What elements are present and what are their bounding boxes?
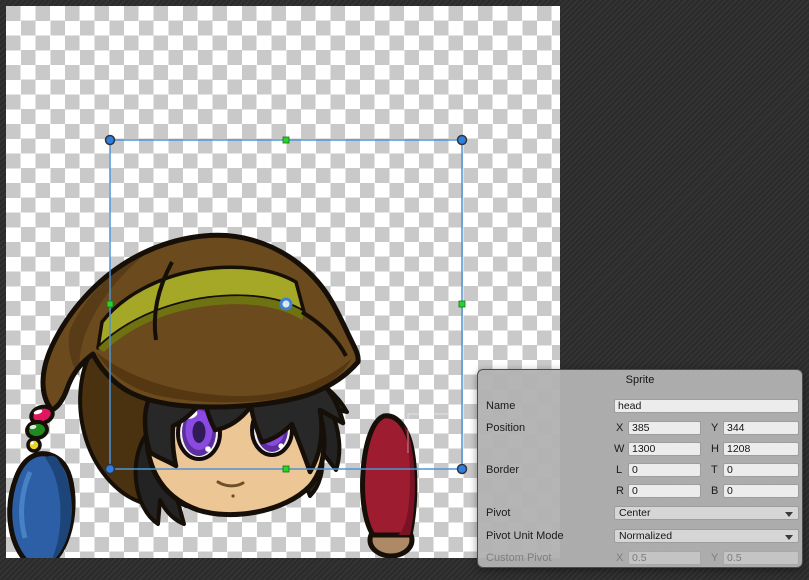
- selection-handle-top-left[interactable]: [106, 136, 115, 145]
- name-label: Name: [486, 399, 515, 413]
- pivot-dropdown[interactable]: Center: [614, 506, 799, 520]
- adjacent-sprite-rect-outline: [408, 414, 463, 453]
- custom-pivot-label: Custom Pivot: [486, 551, 551, 565]
- selection-handle-top-right[interactable]: [458, 136, 467, 145]
- sprite-inspector-panel: Sprite Name Position X Y W H Border L T …: [477, 369, 803, 568]
- border-label: Border: [486, 463, 519, 477]
- pivot-handle[interactable]: [281, 299, 291, 309]
- border-r-input[interactable]: [628, 484, 701, 498]
- position-w-input[interactable]: [628, 442, 701, 456]
- position-x-input[interactable]: [628, 421, 701, 435]
- name-input[interactable]: [614, 399, 799, 413]
- character-feather-art: [10, 454, 73, 558]
- position-w-label: W: [614, 442, 627, 456]
- arm-sprite-art: [363, 416, 415, 556]
- dropdown-arrow-icon: [785, 512, 793, 517]
- border-b-input[interactable]: [723, 484, 799, 498]
- custom-pivot-y-input: [723, 551, 799, 565]
- selection-handle-bottom-right[interactable]: [458, 465, 467, 474]
- character-beads-art: [26, 404, 55, 451]
- border-t-input[interactable]: [723, 463, 799, 477]
- selection-handle-right-mid[interactable]: [459, 301, 465, 307]
- pivot-label: Pivot: [486, 506, 510, 520]
- position-y-input[interactable]: [723, 421, 799, 435]
- sprite-editor-window: { "sprite_panel": { "title": "Sprite", "…: [0, 0, 809, 580]
- pivot-unit-mode-label: Pivot Unit Mode: [486, 529, 564, 543]
- pivot-unit-mode-dropdown-value: Normalized: [619, 530, 672, 542]
- position-label: Position: [486, 421, 525, 435]
- selection-handle-bottom-mid[interactable]: [283, 466, 289, 472]
- panel-title: Sprite: [478, 374, 802, 386]
- selection-handle-top-mid[interactable]: [283, 137, 289, 143]
- pivot-unit-mode-dropdown[interactable]: Normalized: [614, 529, 799, 543]
- selection-handle-left-mid[interactable]: [107, 301, 113, 307]
- custom-pivot-x-input: [628, 551, 701, 565]
- position-h-input[interactable]: [723, 442, 799, 456]
- border-l-input[interactable]: [628, 463, 701, 477]
- selection-handle-bottom-left[interactable]: [106, 465, 115, 474]
- pivot-dropdown-value: Center: [619, 507, 651, 519]
- dropdown-arrow-icon: [785, 535, 793, 540]
